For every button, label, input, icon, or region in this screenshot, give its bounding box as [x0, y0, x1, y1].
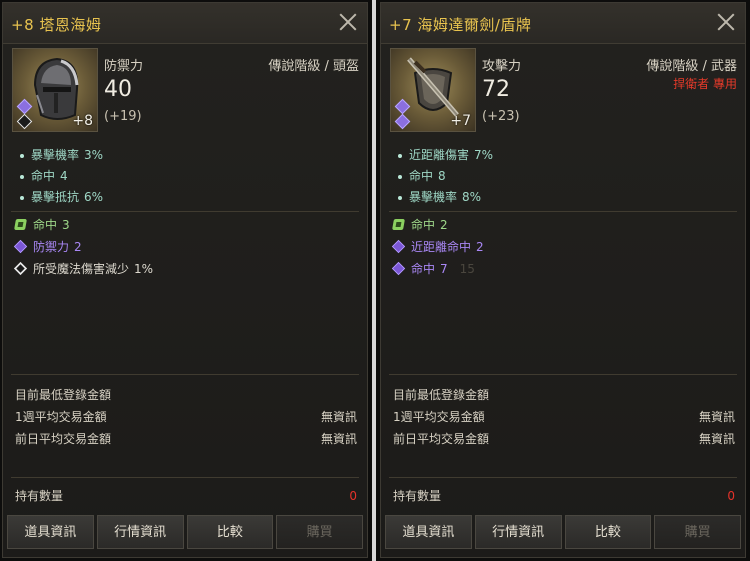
holding-label: 持有數量: [393, 489, 442, 503]
min-price-row: 目前最低登錄金額: [15, 388, 112, 402]
item-tooltip-left: +8 塔恩海姆 +8 防禦力 40 (+19) 傳說階級 / 頭盔 暴擊機率 3%…: [2, 2, 368, 558]
main-stat-label: 防禦力: [104, 59, 144, 74]
close-icon[interactable]: [337, 11, 359, 33]
panel-divider: [372, 0, 376, 561]
base-stat-list: 近距離傷害 7% 命中 8 暴擊機率 8%: [395, 145, 493, 208]
base-stat-item: 近距離傷害 7%: [395, 145, 493, 166]
option-item: 命中 7 15: [391, 258, 484, 280]
base-stat-item: 暴擊機率 8%: [395, 187, 493, 208]
base-stat-item: 暴擊抵抗 6%: [17, 187, 103, 208]
white-option-icon: [13, 261, 28, 276]
purple-option-icon: [391, 261, 406, 276]
green-option-icon: [14, 219, 27, 230]
compare-button[interactable]: 比較: [186, 515, 274, 549]
min-price-row: 目前最低登錄金額: [393, 388, 490, 402]
holding-row: 持有數量 0: [393, 485, 735, 507]
item-icon-frame: +8: [12, 48, 98, 132]
option-item: 防禦力 2: [13, 236, 153, 258]
holding-value: 0: [349, 489, 357, 503]
enhance-level: +8: [72, 113, 93, 129]
green-option-icon: [392, 219, 405, 230]
main-stat-label: 攻擊力: [482, 59, 522, 74]
week-avg-row: 1週平均交易金額 無資訊: [393, 410, 735, 424]
base-stat-item: 暴擊機率 3%: [17, 145, 103, 166]
divider: [11, 374, 359, 375]
main-stat-bonus: (+23): [482, 109, 520, 124]
buy-button[interactable]: 購買: [276, 515, 363, 549]
title-bar: +7 海姆達爾劍/盾牌: [381, 3, 745, 44]
base-stat-item: 命中 4: [17, 166, 103, 187]
purple-option-icon: [13, 239, 28, 254]
item-grade: 傳說階級 / 武器: [646, 59, 737, 74]
faded-max-value: 15: [459, 262, 475, 276]
class-exclusive-label: 捍衛者 專用: [673, 77, 737, 91]
title-bar: +8 塔恩海姆: [3, 3, 367, 44]
holding-row: 持有數量 0: [15, 485, 357, 507]
option-item: 命中 2: [391, 214, 484, 236]
main-stat-value: 72: [482, 77, 510, 102]
item-tooltip-right: +7 海姆達爾劍/盾牌 +7 攻擊力 72 (+23) 傳說階級 / 武器 捍衛…: [380, 2, 746, 558]
enhance-level: +7: [450, 113, 471, 129]
item-info-button[interactable]: 道具資訊: [7, 515, 94, 549]
purple-option-icon: [391, 239, 406, 254]
main-stat-bonus: (+19): [104, 109, 142, 124]
market-info-button[interactable]: 行情資訊: [96, 515, 184, 549]
option-item: 所受魔法傷害減少 1%: [13, 258, 153, 280]
market-info-button[interactable]: 行情資訊: [474, 515, 562, 549]
market-info: 目前最低登錄金額 1週平均交易金額 無資訊 前日平均交易金額 無資訊: [15, 384, 357, 450]
item-title: +7 海姆達爾劍/盾牌: [389, 16, 532, 34]
holding-value: 0: [727, 489, 735, 503]
item-info-button[interactable]: 道具資訊: [385, 515, 472, 549]
action-buttons: 道具資訊 行情資訊 比較 購買: [385, 515, 741, 549]
divider: [11, 211, 359, 212]
main-stat-value: 40: [104, 77, 132, 102]
option-item: 命中 3: [13, 214, 153, 236]
week-avg-row: 1週平均交易金額 無資訊: [15, 410, 357, 424]
divider: [389, 211, 737, 212]
divider: [389, 477, 737, 478]
base-stat-list: 暴擊機率 3% 命中 4 暴擊抵抗 6%: [17, 145, 103, 208]
prev-day-row: 前日平均交易金額 無資訊: [393, 432, 735, 446]
buy-button[interactable]: 購買: [654, 515, 741, 549]
option-list: 命中 2 近距離命中 2 命中 7 15: [391, 214, 484, 280]
option-list: 命中 3 防禦力 2 所受魔法傷害減少 1%: [13, 214, 153, 280]
item-grade: 傳說階級 / 頭盔: [268, 59, 359, 74]
item-title: +8 塔恩海姆: [11, 16, 102, 34]
base-stat-item: 命中 8: [395, 166, 493, 187]
holding-label: 持有數量: [15, 489, 64, 503]
item-icon-frame: +7: [390, 48, 476, 132]
divider: [11, 477, 359, 478]
compare-button[interactable]: 比較: [564, 515, 652, 549]
option-item: 近距離命中 2: [391, 236, 484, 258]
close-icon[interactable]: [715, 11, 737, 33]
prev-day-row: 前日平均交易金額 無資訊: [15, 432, 357, 446]
market-info: 目前最低登錄金額 1週平均交易金額 無資訊 前日平均交易金額 無資訊: [393, 384, 735, 450]
action-buttons: 道具資訊 行情資訊 比較 購買: [7, 515, 363, 549]
divider: [389, 374, 737, 375]
